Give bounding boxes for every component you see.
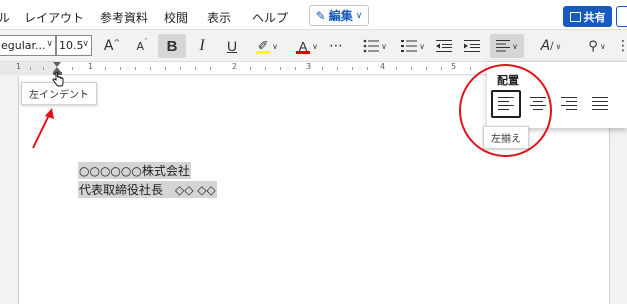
share-icon [569, 11, 581, 22]
chevron-down-icon: ∨ [355, 10, 363, 21]
document-line[interactable]: 代表取締役社長 ◇◇ ◇◇ [78, 181, 217, 198]
ruler-margin [0, 62, 57, 75]
comments-button[interactable] [616, 6, 627, 27]
share-label: 共有 [583, 10, 606, 24]
tab-references[interactable]: 参考資料 [100, 9, 148, 26]
chevron-down-icon: ∨ [419, 41, 425, 51]
more-icon: ⋯ [329, 38, 343, 54]
tab-view[interactable]: 表示 [207, 9, 231, 26]
font-color-icon: A [296, 39, 311, 54]
document-line[interactable]: ○○○○○○株式会社 [78, 162, 191, 179]
italic-icon: I [199, 37, 205, 54]
styles-icon: A [540, 38, 551, 54]
ruler-number: 4 [380, 62, 386, 71]
pencil-icon: ✎ [315, 8, 326, 23]
underline-icon: U [226, 38, 238, 54]
numbering-button[interactable]: ∨ [396, 34, 430, 58]
shrink-font-icon: A [136, 39, 145, 53]
chevron-down-icon: ∨ [82, 39, 89, 49]
ruler-number: 1 [16, 62, 22, 71]
shrink-font-button[interactable]: Aˇ [130, 34, 154, 58]
bold-icon: B [166, 37, 178, 55]
italic-button[interactable]: I [190, 34, 214, 58]
highlight-color-button[interactable]: ✐ ∨ [250, 34, 284, 58]
highlighter-icon: ✐ [256, 38, 271, 54]
align-left-icon [496, 40, 511, 52]
chevron-down-icon: ∨ [599, 41, 606, 51]
chevron-down-icon: ∨ [381, 41, 387, 51]
share-button[interactable]: 共有 [563, 6, 612, 27]
chevron-down-icon: ∨ [272, 41, 278, 51]
search-icon: ⚲ [588, 38, 598, 54]
tab-layout[interactable]: レイアウト [24, 9, 84, 26]
ruler-number: 5 [451, 62, 457, 71]
align-right-icon [561, 97, 577, 110]
font-name-value: egular... [1, 39, 46, 52]
chevron-down-icon: ∨ [512, 41, 518, 51]
annotation-circle [459, 64, 552, 157]
hand-cursor-icon [52, 72, 64, 87]
ruler-number: 1 [88, 62, 94, 71]
chevron-down-icon: ∨ [46, 39, 53, 49]
chevron-down-icon: ∨ [312, 41, 318, 51]
ruler-number: 3 [306, 62, 312, 71]
editing-mode-button[interactable]: ✎ 編集 ∨ [309, 5, 369, 26]
font-size-value: 10.5 [59, 39, 84, 52]
increase-indent-button[interactable] [460, 34, 484, 58]
numbering-icon [401, 40, 418, 52]
grow-font-button[interactable]: A ^ [100, 34, 124, 58]
tab-review[interactable]: 校閲 [164, 9, 188, 26]
editing-mode-label: 編集 [328, 9, 353, 23]
align-justify-icon [592, 97, 608, 110]
font-size-combo[interactable]: 10.5 ∨ [56, 35, 92, 56]
ruler-number: 2 [232, 62, 238, 71]
alignment-button[interactable]: ∨ [490, 34, 524, 58]
ribbon-toolbar: egular... ∨ 10.5 ∨ A ^ Aˇ B I U ✐ ∨ A ∨ ⋯ [0, 30, 627, 62]
decrease-indent-icon [436, 40, 452, 52]
bold-button[interactable]: B [158, 34, 186, 58]
font-name-combo[interactable]: egular... ∨ [0, 35, 56, 56]
tab-help[interactable]: ヘルプ [252, 9, 288, 26]
bullets-icon [363, 39, 380, 53]
more-options-button[interactable]: ⋮ [616, 34, 627, 58]
annotation-arrow [32, 108, 54, 149]
more-font-options-button[interactable]: ⋯ [326, 34, 346, 58]
font-color-button[interactable]: A ∨ [290, 34, 324, 58]
more-icon: ⋮ [616, 38, 627, 54]
find-button[interactable]: ⚲ ∨ [580, 34, 614, 58]
styles-button[interactable]: A ∕ ∨ [534, 34, 568, 58]
increase-indent-icon [464, 40, 480, 52]
bullets-button[interactable]: ∨ [358, 34, 392, 58]
grow-font-icon: A [103, 38, 114, 54]
align-right-option[interactable] [554, 90, 584, 118]
chevron-down-icon: ∨ [555, 41, 562, 51]
underline-button[interactable]: U [220, 34, 244, 58]
decrease-indent-button[interactable] [432, 34, 456, 58]
menu-bar: ル レイアウト 参考資料 校閲 表示 ヘルプ ✎ 編集 ∨ 共有 [0, 0, 627, 30]
tab-partial[interactable]: ル [0, 9, 10, 26]
align-justify-option[interactable] [585, 90, 615, 118]
